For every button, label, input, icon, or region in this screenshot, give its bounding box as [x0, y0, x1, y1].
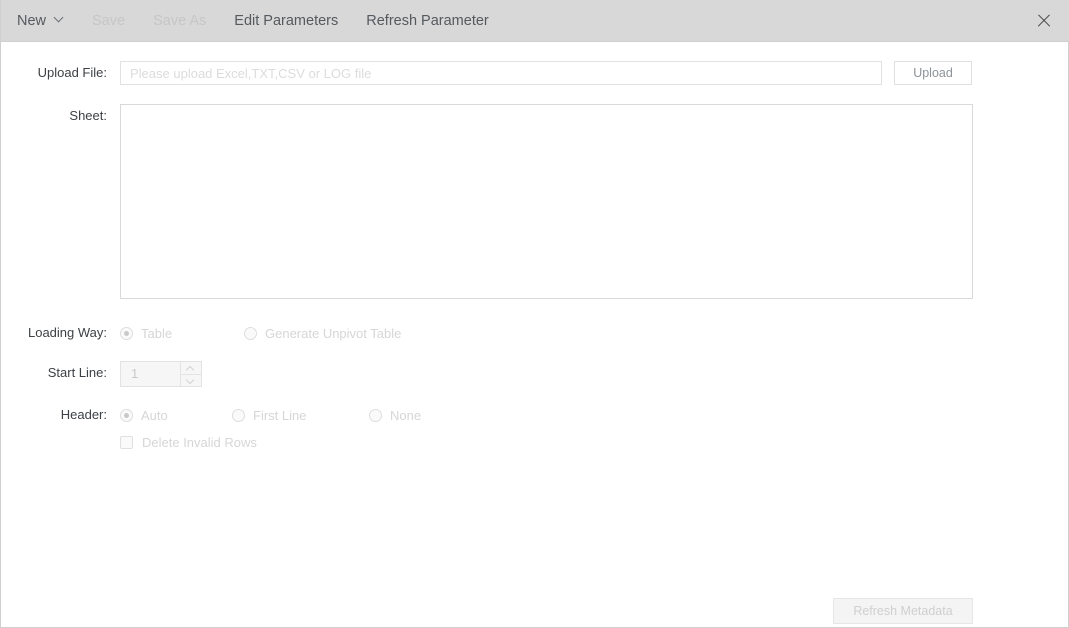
radio-header-first-line[interactable]: First Line	[232, 403, 369, 427]
sheet-row: Sheet:	[7, 104, 973, 299]
radio-label: Generate Unpivot Table	[265, 325, 402, 341]
loading-way-row: Loading Way: Table Generate Unpivot Tabl…	[7, 321, 401, 345]
menu-item-refresh-parameter[interactable]: Refresh Parameter	[352, 0, 503, 42]
chevron-down-icon[interactable]	[181, 373, 201, 387]
radio-label: Auto	[141, 407, 168, 423]
upload-file-input[interactable]	[120, 61, 882, 85]
radio-icon	[232, 408, 245, 422]
close-button[interactable]	[1020, 0, 1066, 42]
radio-label: First Line	[253, 407, 307, 423]
refresh-metadata-button[interactable]: Refresh Metadata	[833, 598, 973, 624]
start-line-row: Start Line: 1	[7, 361, 202, 387]
menu-item-new[interactable]: New	[1, 0, 78, 42]
start-line-label: Start Line:	[47, 365, 107, 380]
radio-label: None	[390, 407, 422, 423]
radio-header-none[interactable]: None	[369, 403, 421, 427]
start-line-value: 1	[131, 366, 139, 381]
loading-way-radio-group: Table Generate Unpivot Table	[120, 321, 401, 345]
menu-item-edit-parameters[interactable]: Edit Parameters	[220, 0, 352, 42]
header-label: Header:	[60, 407, 107, 422]
upload-button[interactable]: Upload	[894, 61, 972, 85]
chevron-up-icon[interactable]	[181, 362, 201, 374]
chevron-down-icon	[55, 14, 64, 23]
delete-invalid-rows-checkbox[interactable]: Delete Invalid Rows	[120, 435, 257, 450]
sheet-label: Sheet:	[69, 108, 107, 123]
menu-item-new-label: New	[17, 12, 47, 29]
toolbar: New Save Save As Edit Parameters Refresh…	[1, 0, 1069, 42]
delete-invalid-rows-label: Delete Invalid Rows	[142, 435, 257, 450]
checkbox-icon	[120, 436, 133, 449]
start-line-arrows	[180, 362, 201, 386]
radio-icon	[120, 326, 133, 340]
radio-icon	[244, 326, 257, 340]
close-icon	[1036, 13, 1051, 28]
header-radio-group: Auto First Line None	[120, 403, 421, 427]
radio-icon	[369, 408, 382, 422]
sheet-textarea[interactable]	[120, 104, 973, 299]
upload-file-label: Upload File:	[37, 65, 107, 80]
radio-header-auto[interactable]: Auto	[120, 403, 232, 427]
radio-loading-way-table[interactable]: Table	[120, 321, 244, 345]
upload-file-row: Upload File: Upload	[7, 61, 972, 85]
start-line-stepper[interactable]: 1	[120, 361, 202, 387]
radio-icon	[120, 408, 133, 422]
header-row: Header: Auto First Line None	[7, 403, 421, 427]
menu-item-save[interactable]: Save	[78, 0, 139, 42]
radio-loading-way-generate-unpivot-table[interactable]: Generate Unpivot Table	[244, 321, 401, 345]
menu-item-save-as[interactable]: Save As	[139, 0, 220, 42]
dataset-upload-dialog: New Save Save As Edit Parameters Refresh…	[0, 0, 1069, 628]
radio-label: Table	[141, 325, 173, 341]
loading-way-label: Loading Way:	[27, 325, 107, 340]
form-body: Upload File: Upload Sheet: Loading Way: …	[1, 42, 1069, 627]
